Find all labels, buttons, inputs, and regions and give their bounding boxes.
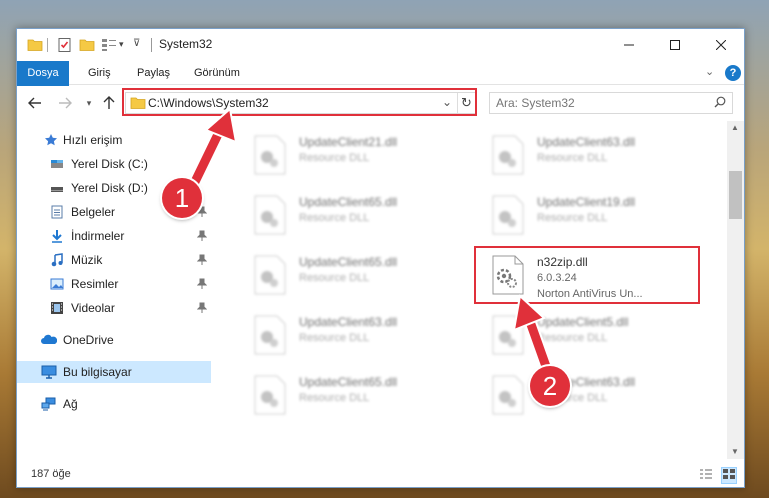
arrow-to-address-bar	[185, 107, 238, 195]
arrow-to-file	[512, 294, 555, 379]
step-2-badge: 2	[530, 366, 570, 406]
tutorial-arrows	[185, 107, 555, 379]
step-1-badge: 1	[162, 178, 202, 218]
